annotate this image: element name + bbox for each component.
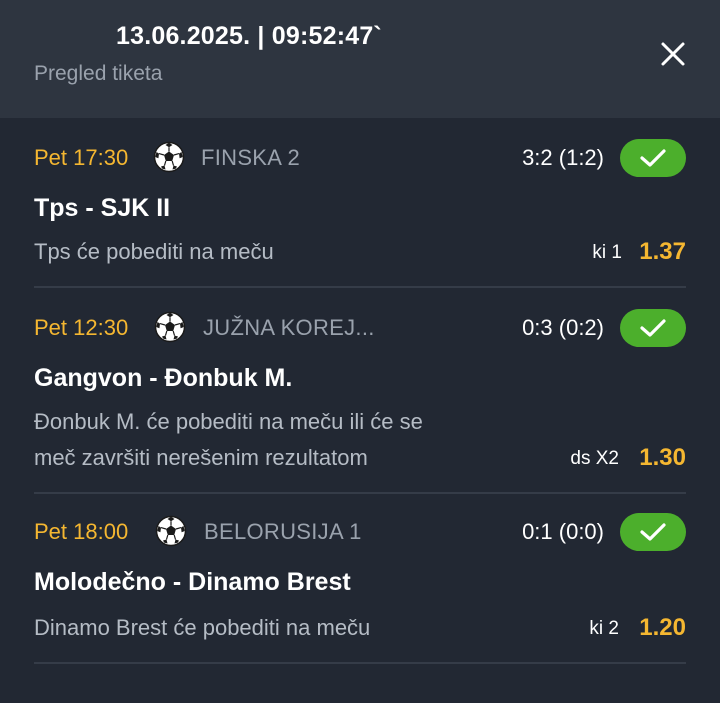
match-teams: Tps - SJK II xyxy=(34,194,171,222)
close-icon[interactable] xyxy=(653,34,693,74)
close-button[interactable] xyxy=(653,34,693,74)
match-header-row: Pet 12:30 JUŽNA KOREJ... 0:3 (0:2) xyxy=(34,309,686,347)
ticket-matches-list: Pet 17:30 FINSKA 2 3:2 (1:2) Tps - SJK I… xyxy=(0,118,720,703)
bet-code: ds X2 xyxy=(570,448,619,469)
match-pick: Tps će pobediti na meču xyxy=(34,234,274,270)
match-item[interactable]: Pet 17:30 FINSKA 2 3:2 (1:2) Tps - SJK I… xyxy=(34,118,686,288)
match-status-badge xyxy=(620,309,686,347)
match-teams: Gangvon - Đonbuk M. xyxy=(34,364,293,392)
match-pick: Dinamo Brest će pobediti na meču xyxy=(34,610,370,646)
match-pick-line: meč završiti nerešenim rezultatom xyxy=(34,445,368,470)
match-header-row: Pet 17:30 FINSKA 2 3:2 (1:2) xyxy=(34,139,686,177)
soccer-ball-icon xyxy=(155,515,187,547)
bet-odd: 1.37 xyxy=(639,238,686,265)
ticket-datetime: 13.06.2025. | 09:52:47` xyxy=(116,22,382,50)
match-league: BELORUSIJA 1 xyxy=(204,519,362,544)
match-time: Pet 18:00 xyxy=(34,519,129,544)
bet-odd: 1.30 xyxy=(639,444,686,471)
check-icon xyxy=(640,318,666,338)
match-pick-line: Tps će pobediti na meču xyxy=(34,239,274,264)
match-pick: Đonbuk M. će pobediti na meču ili će se … xyxy=(34,404,423,476)
match-teams: Molodečno - Dinamo Brest xyxy=(34,568,351,596)
match-score: 0:3 (0:2) xyxy=(522,315,604,340)
bet-code: ki 1 xyxy=(592,242,622,263)
match-status-badge xyxy=(620,513,686,551)
ticket-header: 13.06.2025. | 09:52:47` Pregled tiketa xyxy=(0,0,720,118)
match-score: 3:2 (1:2) xyxy=(522,145,604,170)
match-league: FINSKA 2 xyxy=(201,145,300,170)
match-header-row: Pet 18:00 BELORUSIJA 1 0:1 (0:0) xyxy=(34,513,686,551)
check-icon xyxy=(640,522,666,542)
match-time: Pet 12:30 xyxy=(34,315,129,340)
bet-code: ki 2 xyxy=(589,618,619,639)
bet-odd: 1.20 xyxy=(639,614,686,641)
match-time: Pet 17:30 xyxy=(34,145,129,170)
ticket-subtitle: Pregled tiketa xyxy=(34,62,163,85)
soccer-ball-icon xyxy=(153,141,185,173)
match-item[interactable]: Pet 18:00 BELORUSIJA 1 0:1 (0:0) Molodeč… xyxy=(34,494,686,666)
match-league: JUŽNA KOREJ... xyxy=(203,315,375,340)
match-pick-line: Dinamo Brest će pobediti na meču xyxy=(34,615,371,640)
match-divider xyxy=(34,662,686,664)
match-score: 0:1 (0:0) xyxy=(522,519,604,544)
match-pick-line: Đonbuk M. će pobediti na meču ili će se xyxy=(34,409,423,434)
check-icon xyxy=(640,148,666,168)
match-item[interactable]: Pet 12:30 JUŽNA KOREJ... 0:3 (0:2) Gangv… xyxy=(34,288,686,494)
soccer-ball-icon xyxy=(154,311,186,343)
match-status-badge xyxy=(620,139,686,177)
